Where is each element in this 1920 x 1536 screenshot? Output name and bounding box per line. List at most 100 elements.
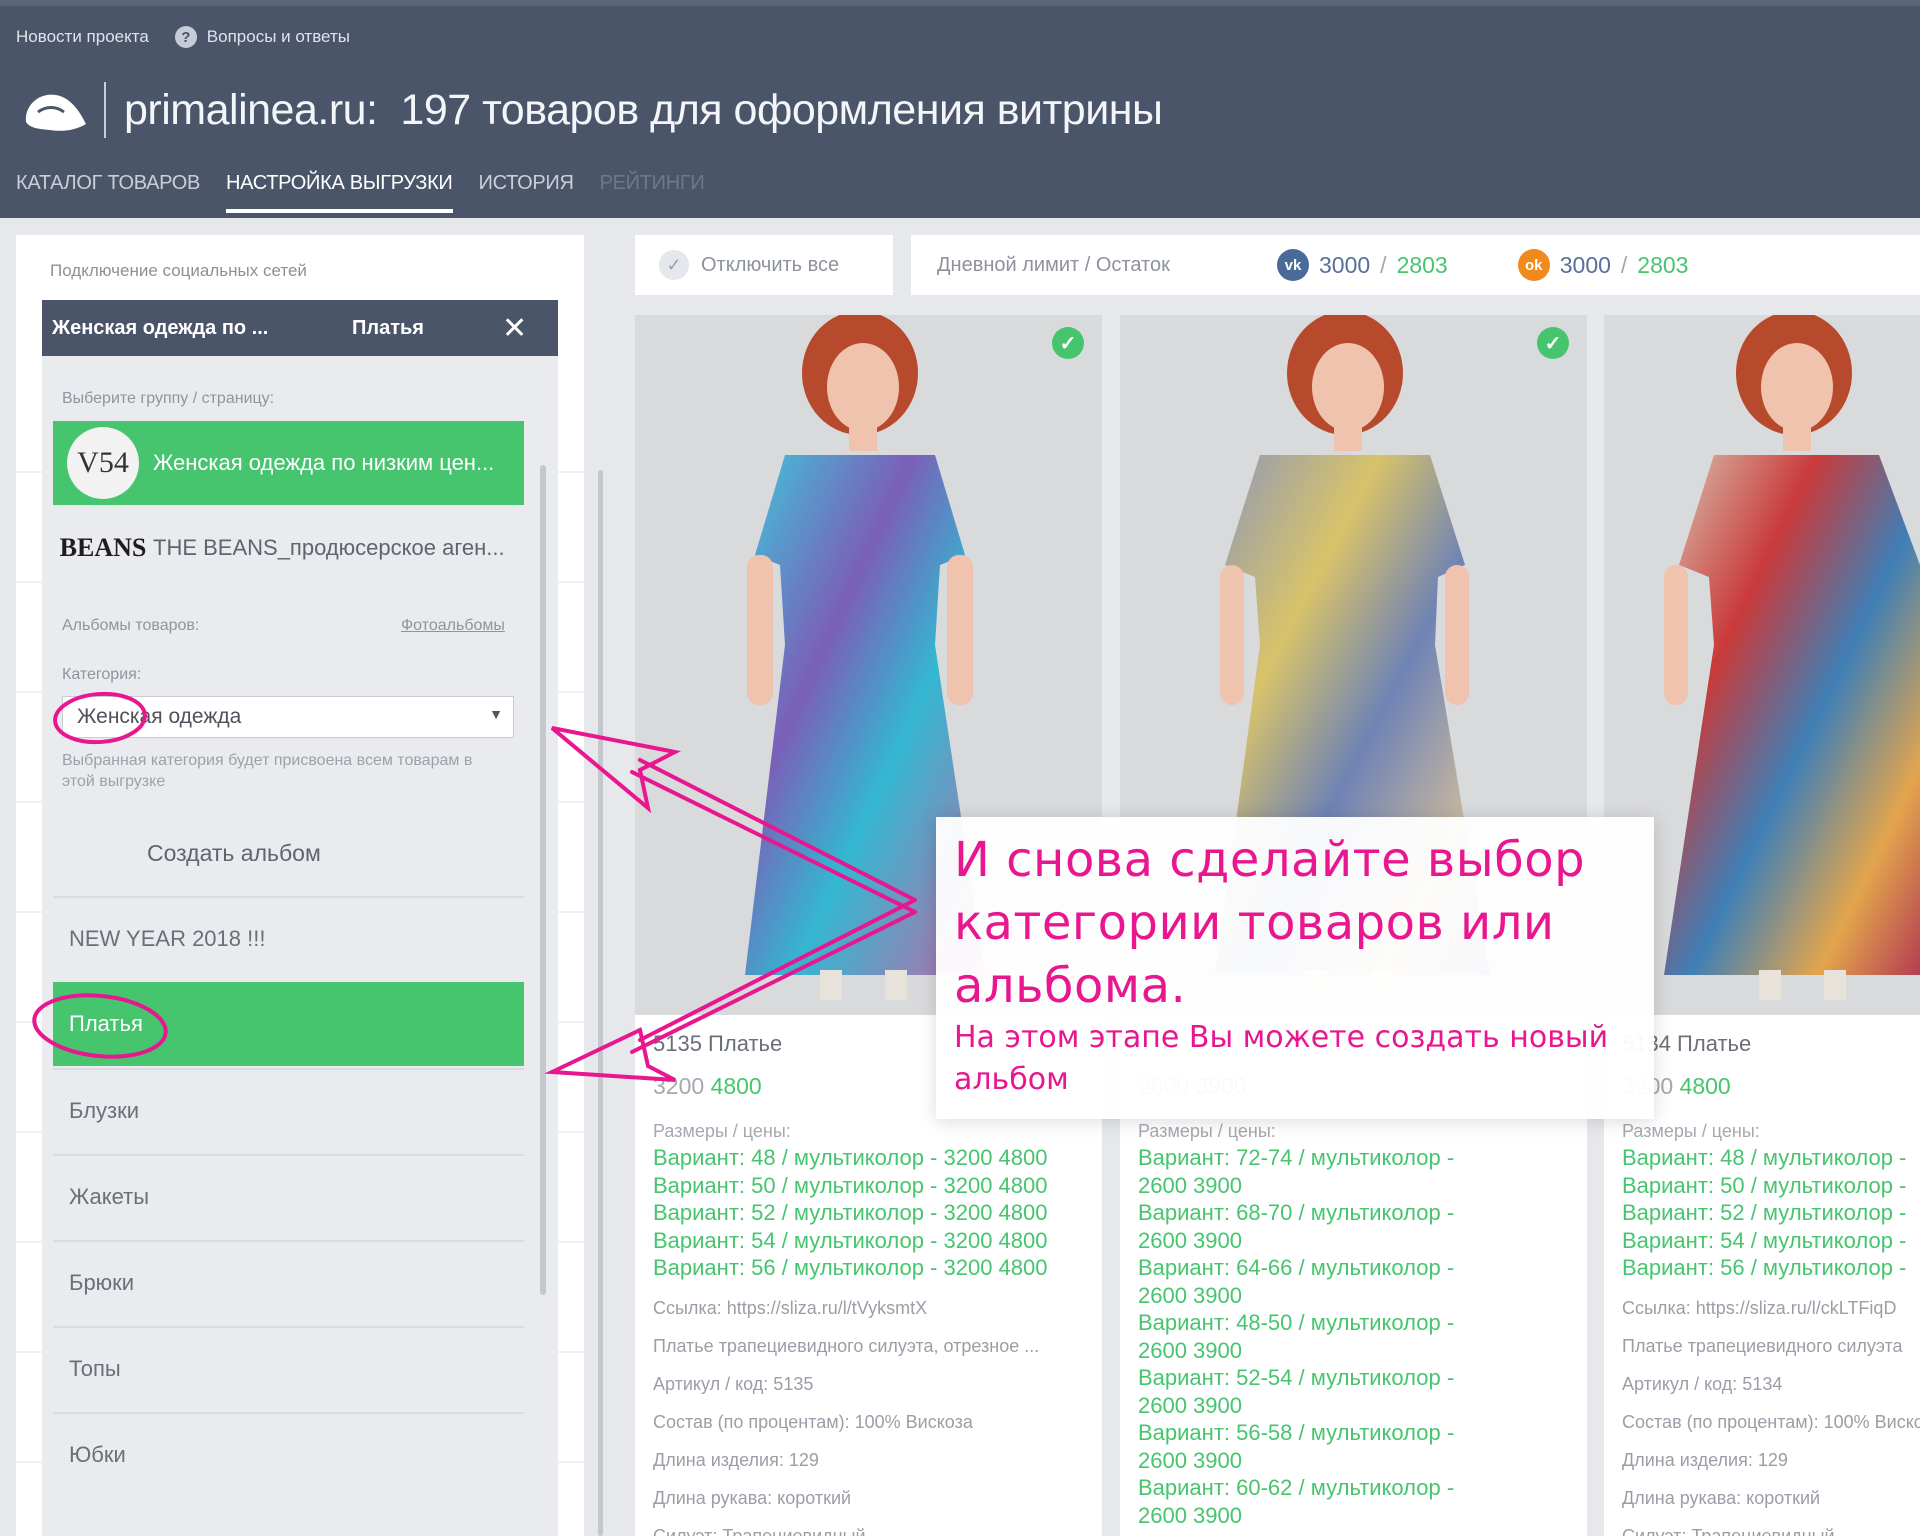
price-new: 4800 [710, 1073, 762, 1099]
album-item-selected[interactable]: Платья [53, 982, 524, 1066]
price-old: 3200 [653, 1073, 705, 1099]
help-icon: ? [174, 26, 197, 48]
product-description: Платье трапециевидного силуэта [1622, 1336, 1903, 1356]
daily-limit-bar: Дневной лимит / Остаток vk 3000 / 2803 o… [911, 235, 1920, 295]
vk-remaining-value: 2803 [1396, 251, 1448, 278]
product-description: Платье трапециевидного силуэта, отрезное… [653, 1336, 1040, 1356]
ok-limit: ok 3000 / 2803 [1517, 249, 1689, 281]
price-new: 4800 [1679, 1073, 1731, 1099]
group-item[interactable]: BEANS THE BEANS_продюсерское аген... [53, 506, 524, 590]
product-length: Длина изделия: 129 [1622, 1450, 1788, 1470]
product-link[interactable]: Ссылка: https://sliza.ru/l/ckLTFiqD [1622, 1298, 1920, 1319]
variant-item: Вариант: 56 / мультиколор - 3200 4800 [653, 1255, 1048, 1280]
product-sleeve: Длина рукава: короткий [1622, 1488, 1821, 1508]
project-news-link[interactable]: Новости проекта [16, 27, 149, 47]
photo-albums-link[interactable]: Фотоальбомы [401, 617, 505, 635]
variant-item: Вариант: 60-62 / мультиколор - 2600 3900 [1138, 1475, 1455, 1528]
tab-history[interactable]: ИСТОРИЯ [479, 172, 574, 213]
title-text: 197 товаров для оформления витрины [400, 85, 1163, 134]
variant-list: Вариант: 72-74 / мультиколор - 2600 3900… [1138, 1144, 1498, 1529]
vk-limit-value: 3000 [1319, 251, 1371, 278]
product-sku: Артикул / код: 5134 [1622, 1374, 1783, 1394]
group-name: Женская одежда по низким цен... [153, 450, 495, 475]
variant-item: Вариант: 56-58 / мультиколор - 2600 3900 [1138, 1420, 1455, 1473]
app-header: Новости проекта ? Вопросы и ответы prima… [0, 0, 1920, 218]
column-scrollbar[interactable] [598, 470, 603, 1536]
variant-item: Вариант: 64-66 / мультиколор - 2600 3900 [1138, 1255, 1455, 1308]
album-item[interactable]: NEW YEAR 2018 !!! [53, 896, 524, 980]
connection-panel-header[interactable]: Женская одежда по ... Платья ✕ [42, 300, 558, 356]
variant-item: Вариант: 72-74 / мультиколор - 2600 3900 [1138, 1145, 1455, 1198]
callout-main-text: И снова сделайте выбор категории товаров… [954, 832, 1586, 1014]
check-icon: ✓ [659, 250, 689, 280]
product-sleeve: Длина рукава: короткий [653, 1488, 852, 1508]
variant-item: Вариант: 54 / мультиколор - 3200 4800 [653, 1227, 1048, 1253]
page-title: primalinea.ru: 197 товаров для оформлени… [124, 85, 1163, 135]
ok-limit-value: 3000 [1559, 251, 1611, 278]
product-silhouette: Силуэт: Трапециевидный [1622, 1526, 1835, 1536]
album-item[interactable]: Юбки [53, 1412, 524, 1496]
album-item[interactable]: Жакеты [53, 1154, 524, 1238]
selected-check-icon[interactable]: ✓ [1052, 327, 1084, 359]
ok-remaining-value: 2803 [1637, 251, 1689, 278]
variant-item: Вариант: 50 / мультиколор - 3200 4800 [653, 1172, 1048, 1198]
album-item[interactable]: Блузки [53, 1068, 524, 1152]
variant-item: Вариант: 50 / мультиколор - [1622, 1172, 1907, 1198]
vk-separator: / [1380, 251, 1387, 278]
variant-item: Вариант: 68-70 / мультиколор - 2600 3900 [1138, 1200, 1455, 1253]
category-hint: Выбранная категория будет присвоена всем… [62, 752, 473, 790]
group-name: THE BEANS_продюсерское аген... [153, 535, 505, 560]
category-select[interactable]: Женская одежда ▼ [62, 696, 514, 738]
variant-item: Вариант: 48 / мультиколор - 3200 4800 [653, 1145, 1048, 1170]
logo-icon [25, 94, 86, 131]
choose-group-label: Выберите группу / страницу: [62, 390, 275, 407]
album-item[interactable]: Брюки [53, 1240, 524, 1324]
group-avatar: BEANS [59, 533, 147, 562]
disable-all-button[interactable]: ✓ Отключить все [635, 235, 893, 295]
callout-sub-text: На этом этапе Вы можете создать новый ал… [954, 1020, 1609, 1097]
product-composition: Состав (по процентам): 100% Вискоза [1622, 1412, 1920, 1432]
product-link[interactable]: Ссылка: https://sliza.ru/l/tVyksmtX [653, 1298, 1093, 1319]
daily-limit-label: Дневной лимит / Остаток [937, 253, 1170, 276]
site-name: primalinea.ru: [124, 85, 378, 134]
top-links: Новости проекта ? Вопросы и ответы [16, 26, 350, 48]
tab-ratings: РЕЙТИНГИ [599, 172, 705, 194]
vk-limit: vk 3000 / 2803 [1277, 249, 1448, 281]
social-connections-caption: Подключение социальных сетей [50, 261, 307, 280]
dropdown-arrow-icon: ▼ [489, 706, 503, 722]
disable-all-label: Отключить все [701, 253, 840, 276]
product-price: 3200 4800 [653, 1073, 762, 1100]
sizes-label: Размеры / цены: [1138, 1121, 1276, 1141]
category-value: Женская одежда [77, 705, 242, 728]
sizes-label: Размеры / цены: [653, 1121, 791, 1141]
brand-separator [104, 82, 106, 138]
product-sku: Артикул / код: 5135 [653, 1374, 814, 1394]
group-avatar: V54 [67, 427, 139, 499]
faq-link[interactable]: ? Вопросы и ответы [174, 26, 350, 48]
album-item[interactable]: Топы [53, 1326, 524, 1410]
product-silhouette: Силуэт: Трапециевидный [653, 1526, 866, 1536]
product-length: Длина изделия: 129 [653, 1450, 819, 1470]
variant-item: Вариант: 52-54 / мультиколор - 2600 3900 [1138, 1365, 1455, 1418]
sizes-label: Размеры / цены: [1622, 1121, 1760, 1141]
ok-separator: / [1620, 251, 1628, 278]
create-album-button[interactable]: Создать альбом [147, 840, 321, 867]
variant-item: Вариант: 48-50 / мультиколор - 2600 3900 [1138, 1310, 1455, 1363]
tutorial-callout: И снова сделайте выбор категории товаров… [936, 817, 1654, 1119]
category-label: Категория: [62, 666, 142, 683]
main-tabs: КАТАЛОГ ТОВАРОВ НАСТРОЙКА ВЫГРУЗКИ ИСТОР… [16, 172, 705, 213]
variant-item: Вариант: 52 / мультиколор - 3200 4800 [653, 1200, 1048, 1225]
variant-item: Вариант: 52 / мультиколор - [1622, 1200, 1907, 1225]
selected-check-icon[interactable]: ✓ [1537, 327, 1569, 359]
connection-group-name: Женская одежда по ... [52, 316, 269, 339]
panel-scrollbar[interactable] [540, 465, 546, 1295]
tab-catalog[interactable]: КАТАЛОГ ТОВАРОВ [16, 172, 200, 213]
close-icon[interactable]: ✕ [502, 311, 527, 346]
variant-list: Вариант: 48 / мультиколор - Вариант: 50 … [1622, 1144, 1920, 1282]
brand: primalinea.ru: 197 товаров для оформлени… [20, 82, 1163, 138]
albums-label: Альбомы товаров: [62, 617, 200, 634]
tab-export-settings[interactable]: НАСТРОЙКА ВЫГРУЗКИ [226, 172, 453, 213]
group-item-selected[interactable]: V54 Женская одежда по низким цен... [53, 421, 524, 505]
connection-album-name: Платья [352, 316, 424, 339]
variant-item: Вариант: 48 / мультиколор - [1622, 1145, 1907, 1170]
